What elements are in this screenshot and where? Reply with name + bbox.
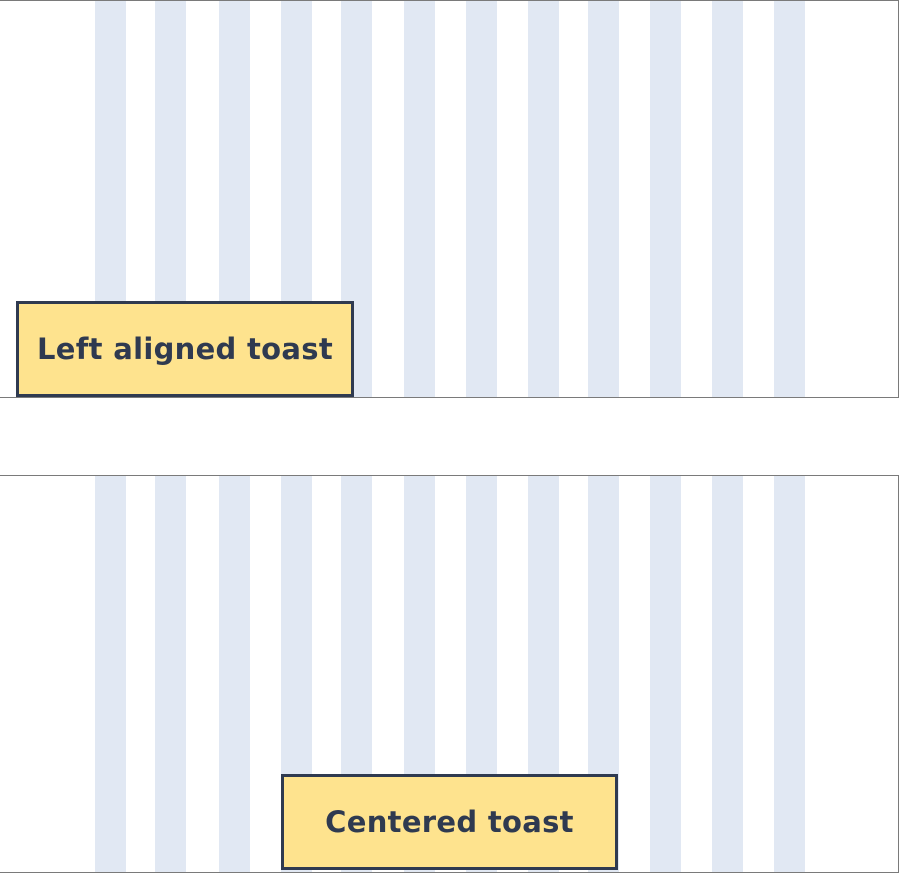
grid-column xyxy=(95,476,126,872)
left-aligned-layout-panel: Left aligned toast xyxy=(0,0,899,398)
grid-column xyxy=(650,476,681,872)
grid-column xyxy=(528,1,559,397)
grid-column xyxy=(712,1,743,397)
grid-column xyxy=(712,476,743,872)
left-aligned-toast[interactable]: Left aligned toast xyxy=(16,301,354,397)
centered-layout-panel: Centered toast xyxy=(0,475,899,873)
grid-column xyxy=(588,1,619,397)
grid-column xyxy=(650,1,681,397)
grid-column xyxy=(466,1,497,397)
grid-column xyxy=(155,476,186,872)
grid-column xyxy=(219,476,250,872)
grid-column xyxy=(774,476,805,872)
grid-column xyxy=(404,1,435,397)
centered-toast[interactable]: Centered toast xyxy=(281,774,618,870)
grid-column xyxy=(774,1,805,397)
